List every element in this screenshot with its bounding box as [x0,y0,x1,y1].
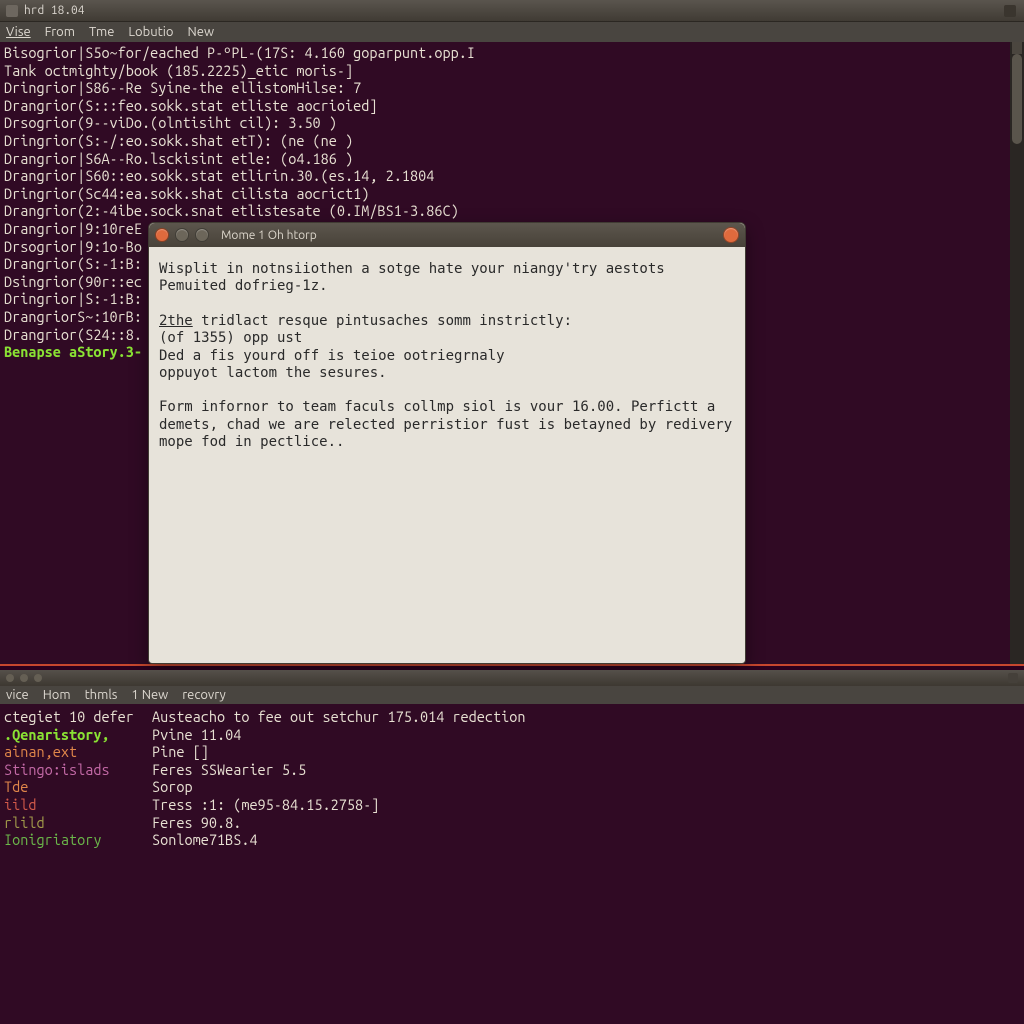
bottom-menubar: vice Hom thmls 1 New recovry [0,686,1024,704]
terminal-line: Dringrior(S:-/:eo.sokk.shat etT): (ne (n… [4,132,1006,150]
top-window-title: hrd 18.04 [24,4,84,17]
info-value: Sorop [152,778,193,796]
menu-item[interactable]: Vise [6,25,31,39]
info-key: Stingo:islads [4,761,152,779]
info-row: rlildFeres 90.8. [4,814,1020,832]
info-row: ctegiet 10 deferAusteacho to fee out set… [4,708,1020,726]
dialog-help-icon[interactable] [723,227,739,243]
dialog-paragraph: Wisplit in notnsiiothen a sotge hate you… [159,261,735,296]
info-key: Tde [4,778,152,796]
info-key: iild [4,796,152,814]
terminal-line: Drangrior|S6A--Ro.lsckisint etle: (o4.18… [4,150,1006,168]
info-row: TdeSorop [4,778,1020,796]
close-icon[interactable] [1004,5,1016,17]
dialog-paragraph: 2the tridlact resque pintusaches somm in… [159,313,735,383]
close-icon[interactable] [1008,673,1018,683]
info-value: Tress :1: (me95-84.15.2758-] [152,796,379,814]
info-row: ainan,extPine [] [4,743,1020,761]
window-btn-icon[interactable] [20,674,28,682]
terminal-line: Tank octmighty/book (185.2225)_etic mori… [4,62,1006,80]
terminal-line: Dringrior(Sc44:ea.sokk.shat cilista aocr… [4,185,1006,203]
top-scrollbar[interactable] [1010,42,1024,664]
menu-item[interactable]: Tme [89,25,114,39]
terminal-line: Drangrior(2:-4ibe.sock.snat etlistesate … [4,202,1006,220]
info-value: Feres SSWearier 5.5 [152,761,306,779]
info-value: Pvine 11.04 [152,726,241,744]
dialog-close-icon[interactable] [155,228,169,242]
terminal-line: Drangrior(S:::feo.sokk.stat etliste aocr… [4,97,1006,115]
menu-item[interactable]: Lobutio [128,25,173,39]
menu-item[interactable]: 1 New [131,688,168,702]
dialog-maximize-icon[interactable] [195,228,209,242]
top-titlebar[interactable]: hrd 18.04 [0,0,1024,22]
menu-item[interactable]: recovry [182,688,226,702]
scroll-up-icon[interactable] [1012,42,1022,54]
info-value: Austeacho to fee out setchur 175.014 red… [152,708,526,726]
bottom-terminal-pane: vice Hom thmls 1 New recovry ctegiet 10 … [0,670,1024,1024]
menu-item[interactable]: Hom [43,688,71,702]
menu-item[interactable]: thmls [85,688,118,702]
menu-item[interactable]: vice [6,688,29,702]
info-key: .Qenaristory, [4,726,152,744]
terminal-line: Drsogrior(9--viDo.(olntisiht cil): 3.50 … [4,114,1006,132]
menu-item[interactable]: New [188,25,215,39]
terminal-line: Bisogrior|S5o~for/eached P-ºPL-(17S: 4.1… [4,44,1006,62]
dialog-minimize-icon[interactable] [175,228,189,242]
info-row: .Qenaristory,Pvine 11.04 [4,726,1020,744]
window-btn-icon[interactable] [6,674,14,682]
info-row: IonigriatorySonlome71BS.4 [4,831,1020,849]
dialog-window[interactable]: Mome 1 Oh htorp Wisplit in notnsiiothen … [148,222,746,664]
info-value: Pine [] [152,743,209,761]
menu-item[interactable]: From [45,25,75,39]
dialog-paragraph: Form infornor to team faculs collmp siol… [159,399,735,451]
info-key: Ionigriatory [4,831,152,849]
scroll-thumb[interactable] [1012,54,1022,144]
info-key: rlild [4,814,152,832]
bottom-terminal-body[interactable]: ctegiet 10 deferAusteacho to fee out set… [0,704,1024,1024]
info-key: ainan,ext [4,743,152,761]
info-value: Feres 90.8. [152,814,241,832]
dialog-titlebar[interactable]: Mome 1 Oh htorp [149,223,745,247]
window-icon [6,5,18,17]
info-key: ctegiet 10 defer [4,708,152,726]
info-row: iildTress :1: (me95-84.15.2758-] [4,796,1020,814]
dialog-title: Mome 1 Oh htorp [221,229,317,242]
terminal-line: Dringrior|S86--Re Syine-the ellistomHils… [4,79,1006,97]
terminal-line: Drangrior|S60::eo.sokk.stat etlirin.30.(… [4,167,1006,185]
info-value: Sonlome71BS.4 [152,831,258,849]
info-row: Stingo:isladsFeres SSWearier 5.5 [4,761,1020,779]
window-btn-icon[interactable] [34,674,42,682]
top-menubar: Vise From Tme Lobutio New [0,22,1024,42]
bottom-titlebar[interactable] [0,670,1024,686]
dialog-body: Wisplit in notnsiiothen a sotge hate you… [149,247,745,466]
